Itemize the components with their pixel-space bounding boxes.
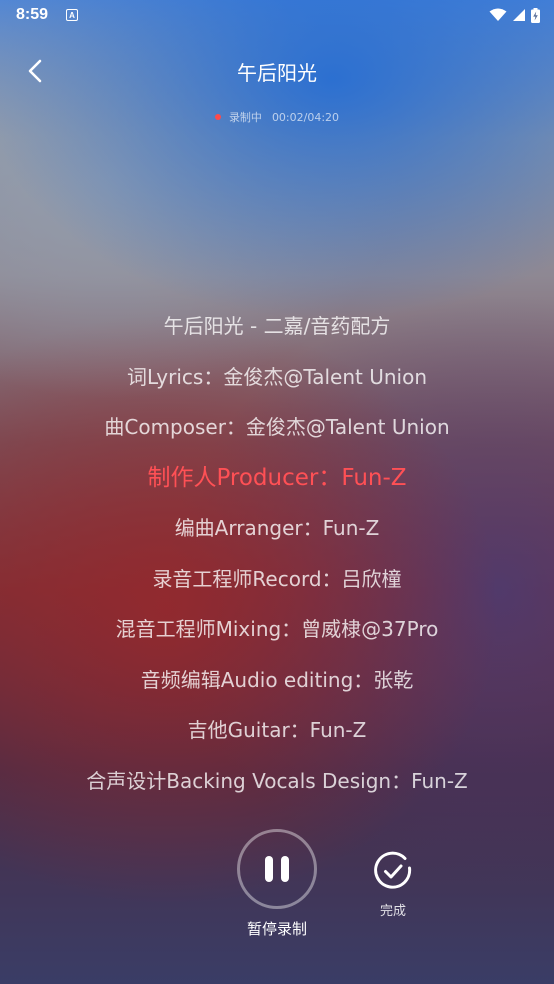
- done-button[interactable]: [372, 850, 414, 892]
- done-label: 完成: [379, 904, 406, 919]
- recording-status: 录制中 00:02/04:20: [0, 109, 554, 125]
- pause-recording-button[interactable]: [237, 829, 317, 909]
- lyric-line: 午后阳光 - 二嘉/音药配方: [163, 314, 391, 338]
- lyrics-list: 午后阳光 - 二嘉/音药配方 词Lyrics：金俊杰@Talent Union …: [0, 305, 554, 810]
- chevron-left-icon: [28, 59, 42, 83]
- status-bar: 8:59 A: [0, 0, 554, 30]
- lyric-line: 曲Composer：金俊杰@Talent Union: [104, 415, 450, 439]
- lyric-line: 录音工程师Record：吕欣橦: [152, 566, 402, 591]
- lyric-line: 词Lyrics：金俊杰@Talent Union: [126, 364, 428, 389]
- cell-signal-icon: [513, 9, 525, 21]
- header: 午后阳光: [0, 48, 554, 94]
- back-button[interactable]: [18, 54, 52, 88]
- lyric-line: 音频编辑Audio editing：张乾: [140, 667, 414, 692]
- page-title: 午后阳光: [237, 60, 317, 85]
- lyric-line: 吉他Guitar：Fun-Z: [187, 718, 367, 742]
- lyric-line-active: 制作人Producer：Fun-Z: [147, 464, 407, 491]
- battery-charging-icon: [531, 7, 540, 23]
- status-left: 8:59 A: [16, 6, 79, 24]
- status-right: [489, 7, 540, 23]
- lyric-line: 合声设计Backing Vocals Design：Fun-Z: [86, 768, 468, 793]
- recording-status-label: 录制中: [228, 111, 262, 124]
- pause-recording-label: 暂停录制: [246, 920, 307, 938]
- wifi-icon: [489, 8, 507, 21]
- lyric-line: 编曲Arranger：Fun-Z: [174, 516, 380, 540]
- pause-icon: [265, 856, 289, 882]
- accessibility-notification-icon: A: [66, 9, 79, 21]
- check-circle-icon: [374, 851, 412, 889]
- lyric-line: 混音工程师Mixing：曾威棣@37Pro: [115, 617, 439, 641]
- recording-dot-icon: [214, 114, 221, 120]
- recording-time: 00:02/04:20: [271, 110, 340, 124]
- status-time: 8:59: [16, 6, 49, 23]
